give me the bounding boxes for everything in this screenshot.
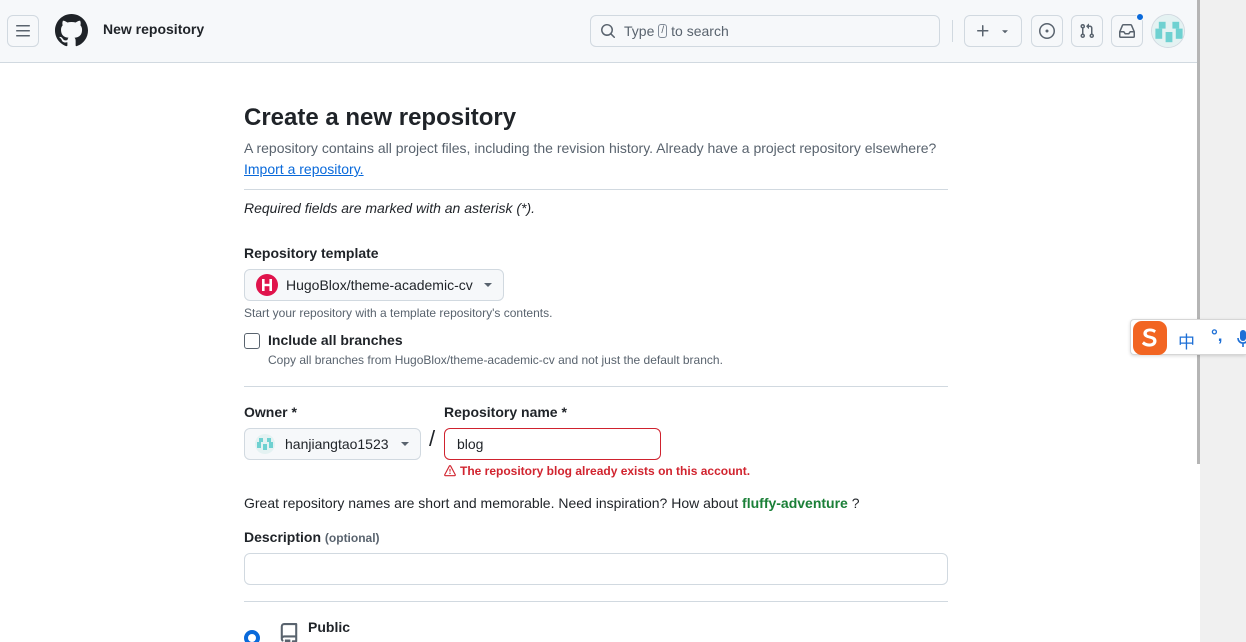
search-suffix: to search (671, 23, 729, 39)
chevron-down-icon (1002, 30, 1008, 34)
repo-name-error-text: The repository blog already exists on th… (460, 464, 751, 478)
section-divider (244, 601, 948, 602)
include-all-branches-checkbox[interactable] (244, 333, 260, 349)
template-selected: HugoBlox/theme-academic-cv (286, 277, 473, 293)
identicon-icon (1152, 15, 1184, 47)
plus-icon (977, 25, 989, 37)
import-repository-link[interactable]: Import a repository. (244, 161, 364, 177)
template-hint: Start your repository with a template re… (244, 306, 553, 320)
alert-icon (444, 465, 456, 477)
page-title: Create a new repository (244, 104, 517, 131)
section-divider (244, 189, 948, 190)
include-all-branches-label[interactable]: Include all branches (268, 332, 403, 348)
git-pull-request-icon (1080, 23, 1095, 39)
description-label: Description (optional) (244, 529, 380, 545)
notification-indicator (1136, 13, 1144, 21)
microphone-icon[interactable] (1237, 329, 1246, 349)
issues-button[interactable] (1031, 15, 1063, 47)
github-logo-icon[interactable] (55, 14, 88, 47)
required-fields-note: Required fields are marked with an aster… (244, 200, 536, 216)
ime-toolbar[interactable]: 中 °, (1130, 319, 1246, 355)
ime-language[interactable]: 中 (1178, 328, 1195, 353)
description-optional: (optional) (324, 531, 380, 545)
name-inspiration: Great repository names are short and mem… (244, 495, 860, 511)
page-scrollbar-thumb[interactable] (1197, 0, 1200, 464)
menu-button[interactable] (7, 15, 39, 47)
owner-caret-icon (401, 442, 409, 446)
template-select[interactable]: HugoBlox/theme-academic-cv (244, 269, 504, 301)
repo-name-error: The repository blog already exists on th… (444, 464, 750, 478)
description-input[interactable] (244, 553, 948, 585)
header-divider (952, 20, 953, 42)
owner-select[interactable]: hanjiangtao1523 (244, 428, 421, 460)
repo-name-input[interactable] (444, 428, 661, 460)
inspiration-text: Great repository names are short and mem… (244, 495, 739, 511)
sogou-logo-icon (1133, 321, 1167, 355)
description-label-text: Description (244, 529, 322, 545)
owner-repo-separator: / (429, 426, 436, 451)
public-radio[interactable] (244, 630, 260, 642)
search-prefix: Type (624, 23, 655, 39)
public-label[interactable]: Public (308, 619, 350, 635)
hamburger-icon (16, 25, 30, 37)
top-header: New repository Type / to search (0, 0, 1200, 63)
issue-opened-icon (1039, 23, 1055, 39)
pull-requests-button[interactable] (1071, 15, 1103, 47)
owner-selected: hanjiangtao1523 (285, 436, 389, 452)
repo-name-label: Repository name * (444, 404, 567, 420)
page-subtitle: A repository contains all project files,… (244, 140, 937, 156)
owner-avatar-icon (255, 434, 275, 454)
inspiration-suffix: ? (851, 495, 860, 511)
include-all-branches-hint: Copy all branches from HugoBlox/theme-ac… (268, 353, 723, 367)
search-shortcut-key: / (658, 24, 668, 38)
search-icon (601, 24, 616, 39)
template-caret-icon (484, 283, 492, 287)
owner-label: Owner * (244, 404, 297, 420)
repo-icon (280, 623, 298, 642)
search-input[interactable]: Type / to search (590, 15, 940, 47)
user-avatar[interactable] (1151, 14, 1185, 48)
ime-punctuation[interactable]: °, (1211, 326, 1223, 346)
header-title: New repository (103, 21, 205, 37)
inbox-icon (1119, 24, 1135, 38)
template-label: Repository template (244, 245, 379, 261)
hugoblox-logo-icon (256, 274, 278, 296)
create-new-button[interactable] (964, 15, 1022, 47)
name-suggestion-button[interactable]: fluffy-adventure (742, 495, 848, 511)
section-divider (244, 386, 948, 387)
